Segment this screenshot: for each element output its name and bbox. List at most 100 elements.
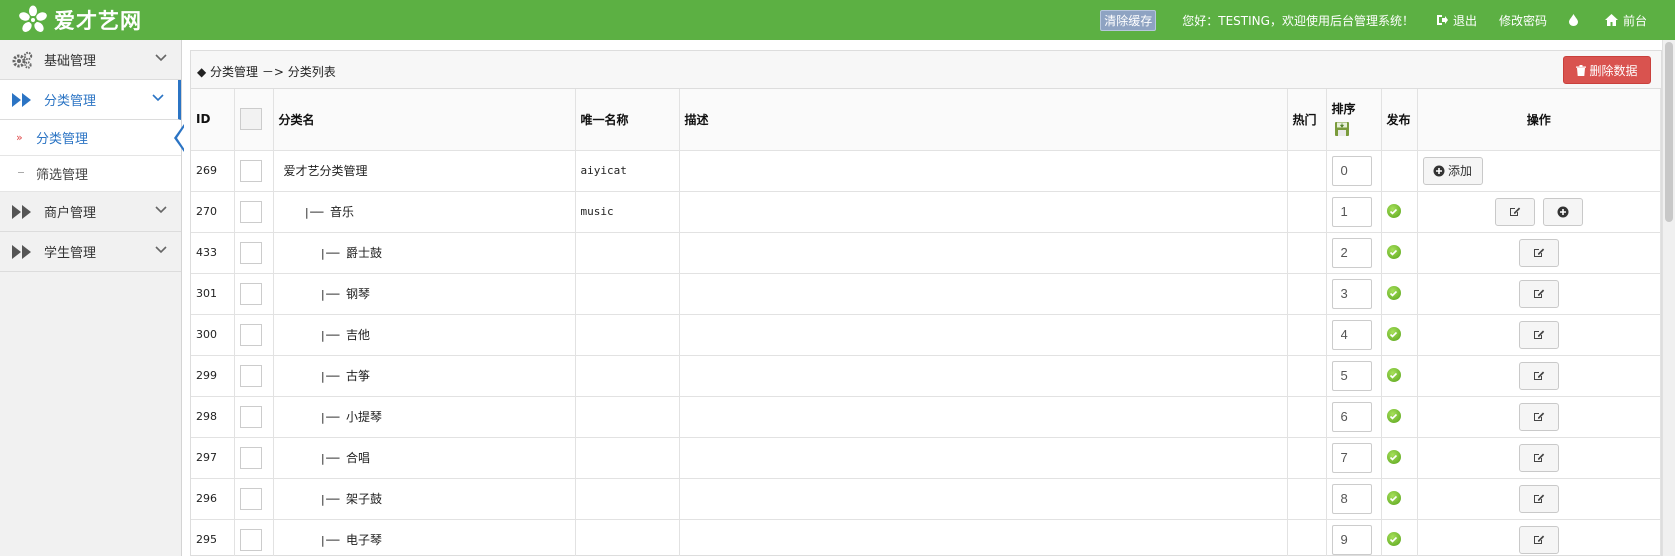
- published-check-icon[interactable]: [1386, 409, 1401, 424]
- cell-hot: [1287, 396, 1327, 438]
- cell-name: |── 音乐: [273, 191, 576, 233]
- row-checkbox[interactable]: [239, 323, 262, 346]
- sort-order-input[interactable]: [1331, 483, 1372, 514]
- cell-sort: [1326, 314, 1382, 356]
- col-sort: 排序: [1326, 89, 1382, 151]
- edit-icon: [1533, 248, 1544, 257]
- sort-order-input[interactable]: [1331, 442, 1372, 473]
- cell-name: |── 古筝: [273, 355, 576, 397]
- edit-icon: [1509, 207, 1520, 216]
- add-child-button[interactable]: [1542, 197, 1583, 226]
- row-checkbox[interactable]: [239, 528, 262, 551]
- theme-link[interactable]: [1568, 14, 1583, 26]
- greeting-text: 您好：TESTING，欢迎使用后台管理系统！: [1182, 13, 1414, 28]
- trash-icon: [1576, 64, 1587, 76]
- edit-button[interactable]: [1518, 361, 1559, 390]
- published-check-icon[interactable]: [1386, 491, 1401, 506]
- row-checkbox[interactable]: [239, 200, 262, 223]
- edit-button[interactable]: [1518, 402, 1559, 431]
- row-checkbox[interactable]: [239, 405, 262, 428]
- category-name: 爵士鼓: [346, 246, 383, 260]
- clear-cache-button[interactable]: 清除缓存: [1100, 9, 1157, 31]
- cell-select: [234, 437, 274, 479]
- breadcrumb: ◆ 分类管理 －> 分类列表: [197, 65, 336, 79]
- edit-button[interactable]: [1518, 443, 1559, 472]
- cell-hot: [1287, 191, 1327, 233]
- scrollbar-thumb[interactable]: [1665, 42, 1673, 222]
- table-row: 295 |── 电子琴: [191, 519, 1661, 556]
- edit-button[interactable]: [1518, 238, 1559, 267]
- select-all-checkbox[interactable]: [239, 108, 262, 131]
- published-check-icon[interactable]: [1386, 450, 1401, 465]
- row-checkbox[interactable]: [239, 282, 262, 305]
- plus-circle-icon: [1557, 206, 1569, 217]
- save-sort-icon[interactable]: [1334, 121, 1350, 137]
- cell-hot: [1287, 437, 1327, 479]
- table-row: 433 |── 爵士鼓: [191, 232, 1661, 274]
- published-check-icon[interactable]: [1386, 204, 1401, 219]
- sort-order-input[interactable]: [1331, 524, 1372, 555]
- change-password-link[interactable]: 修改密码: [1499, 12, 1547, 29]
- edit-button[interactable]: [1518, 484, 1559, 513]
- cell-publish: [1381, 396, 1418, 438]
- cell-sort: [1326, 273, 1382, 315]
- sort-order-input[interactable]: [1331, 401, 1372, 432]
- cell-unique: aiyicat: [575, 150, 680, 192]
- sort-order-input[interactable]: [1331, 319, 1372, 350]
- sort-order-input[interactable]: [1331, 360, 1372, 391]
- sidebar-subitem-category-manage[interactable]: » 分类管理: [0, 120, 185, 156]
- row-checkbox[interactable]: [239, 364, 262, 387]
- row-checkbox[interactable]: [239, 446, 262, 469]
- col-ops: 操作: [1417, 89, 1661, 151]
- row-checkbox[interactable]: [239, 159, 262, 182]
- sidebar-item-student[interactable]: 学生管理: [0, 232, 181, 272]
- sidebar-item-basic[interactable]: 基础管理: [0, 40, 181, 80]
- edit-icon: [1533, 535, 1544, 544]
- tree-prefix: |──: [319, 247, 346, 260]
- published-check-icon[interactable]: [1386, 368, 1401, 383]
- category-name: 爱才艺分类管理: [283, 164, 368, 178]
- edit-button[interactable]: [1518, 525, 1559, 554]
- cell-select: [234, 273, 274, 315]
- edit-button[interactable]: [1494, 197, 1535, 226]
- row-checkbox[interactable]: [239, 487, 262, 510]
- cell-sort: [1326, 150, 1382, 192]
- cell-publish: [1381, 150, 1418, 192]
- table-row: 301 |── 钢琴: [191, 273, 1661, 315]
- logo[interactable]: 爱才艺网: [18, 5, 142, 34]
- col-select: [234, 89, 274, 151]
- sidebar-subitem-label: 分类管理: [36, 132, 89, 147]
- delete-data-button[interactable]: 删除数据: [1563, 56, 1651, 84]
- published-check-icon[interactable]: [1386, 532, 1401, 547]
- row-checkbox[interactable]: [239, 241, 262, 264]
- page-scrollbar[interactable]: [1662, 40, 1675, 556]
- published-check-icon[interactable]: [1386, 245, 1401, 260]
- cell-desc: [679, 355, 1288, 397]
- cell-name: |── 吉他: [273, 314, 576, 356]
- edit-button[interactable]: [1518, 320, 1559, 349]
- add-child-button[interactable]: 添加: [1422, 156, 1483, 185]
- published-check-icon[interactable]: [1386, 286, 1401, 301]
- edit-icon: [1533, 412, 1544, 421]
- sidebar-item-merchant[interactable]: 商户管理: [0, 192, 181, 232]
- cell-desc: [679, 273, 1288, 315]
- logout-link[interactable]: 退出: [1436, 12, 1477, 29]
- cell-sort: [1326, 191, 1382, 233]
- published-check-icon[interactable]: [1386, 327, 1401, 342]
- sort-order-input[interactable]: [1331, 196, 1372, 227]
- front-link[interactable]: 前台: [1604, 12, 1647, 29]
- cell-select: [234, 232, 274, 274]
- cell-select: [234, 519, 274, 556]
- cell-id: 296: [191, 478, 235, 520]
- cell-desc: [679, 232, 1288, 274]
- sidebar-item-category[interactable]: 分类管理: [0, 80, 181, 120]
- tree-prefix: |──: [319, 329, 346, 342]
- sort-order-input[interactable]: [1331, 237, 1372, 268]
- sort-order-input[interactable]: [1331, 155, 1372, 186]
- edit-button[interactable]: [1518, 279, 1559, 308]
- dash-marker: [18, 172, 24, 173]
- category-name: 音乐: [330, 205, 355, 219]
- sort-order-input[interactable]: [1331, 278, 1372, 309]
- cell-sort: [1326, 519, 1382, 556]
- sidebar-subitem-filter-manage[interactable]: 筛选管理: [0, 156, 181, 192]
